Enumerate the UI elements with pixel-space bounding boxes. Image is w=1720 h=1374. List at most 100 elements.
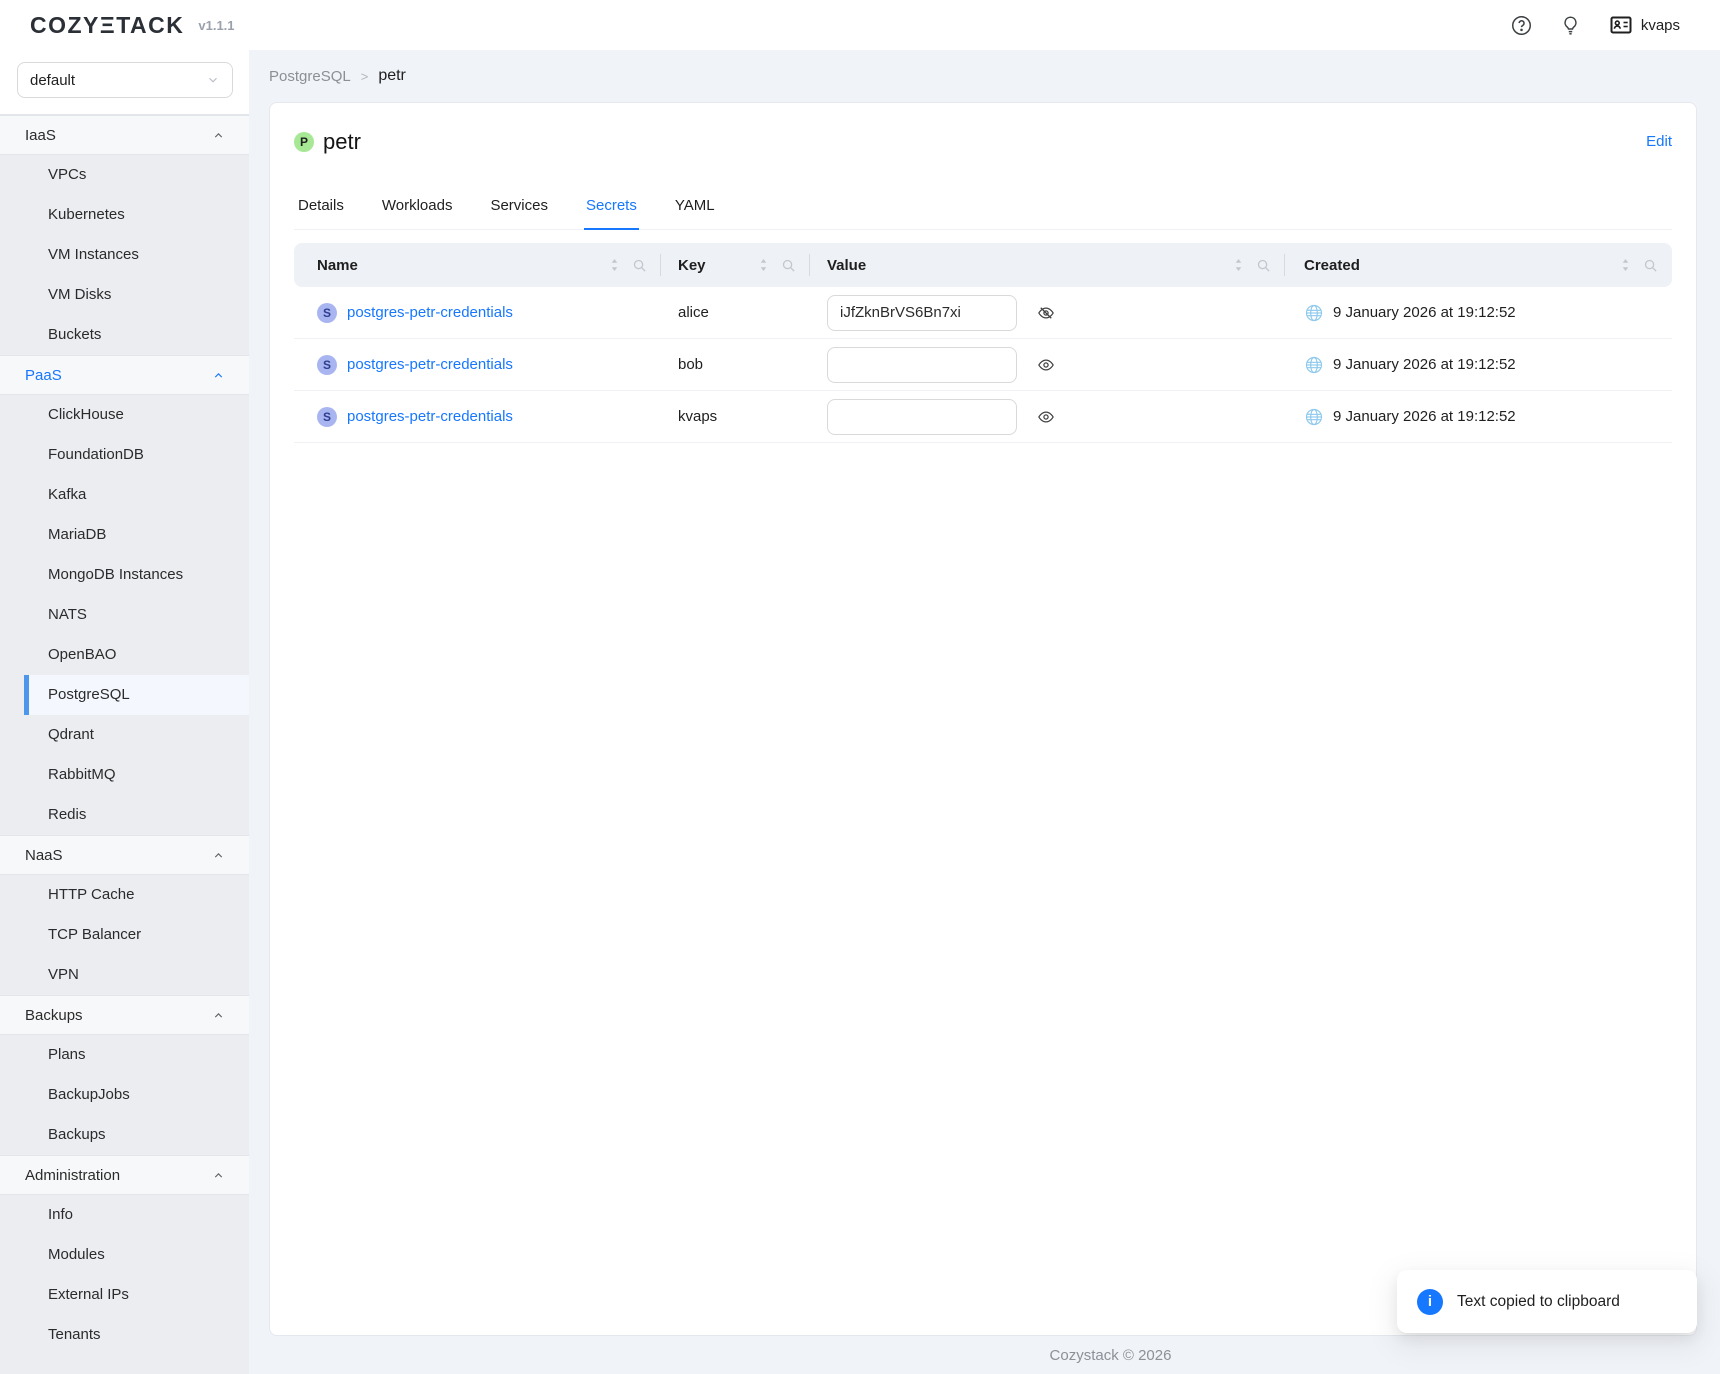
- sidebar-section-backups[interactable]: Backups: [0, 995, 249, 1035]
- secret-badge: S: [317, 303, 337, 323]
- sidebar-item-tenants[interactable]: Tenants: [0, 1315, 249, 1355]
- user-menu[interactable]: kvaps: [1609, 13, 1680, 37]
- breadcrumb: PostgreSQL > petr: [249, 50, 1720, 102]
- sidebar-item-clickhouse[interactable]: ClickHouse: [0, 395, 249, 435]
- sidebar-item-vm-instances[interactable]: VM Instances: [0, 235, 249, 275]
- column-header-created: Created: [1285, 243, 1672, 287]
- sidebar-item-kubernetes[interactable]: Kubernetes: [0, 195, 249, 235]
- secret-key: alice: [661, 304, 810, 321]
- sidebar-item-redis[interactable]: Redis: [0, 795, 249, 835]
- sidebar-item-kafka[interactable]: Kafka: [0, 475, 249, 515]
- toast-message: Text copied to clipboard: [1457, 1293, 1620, 1311]
- edit-button[interactable]: Edit: [1646, 133, 1672, 150]
- secret-value-input[interactable]: [827, 295, 1017, 331]
- sidebar-item-rabbitmq[interactable]: RabbitMQ: [0, 755, 249, 795]
- search-icon[interactable]: [632, 258, 647, 273]
- secret-value-input[interactable]: [827, 399, 1017, 435]
- user-name: kvaps: [1641, 17, 1680, 34]
- show-value-button[interactable]: [1037, 408, 1055, 426]
- sidebar-item-nats[interactable]: NATS: [0, 595, 249, 635]
- tab-workloads[interactable]: Workloads: [380, 197, 455, 229]
- content-area: PostgreSQL > petr P petr Edit Details Wo…: [249, 50, 1720, 1374]
- help-icon: [1511, 15, 1532, 36]
- sidebar-section-iaas[interactable]: IaaS: [0, 115, 249, 155]
- toast-notification: i Text copied to clipboard: [1397, 1270, 1697, 1333]
- sidebar-item-modules[interactable]: Modules: [0, 1235, 249, 1275]
- theme-toggle-button[interactable]: [1560, 15, 1581, 36]
- sidebar-nav: IaaS VPCs Kubernetes VM Instances VM Dis…: [0, 114, 249, 1374]
- sort-icon[interactable]: [758, 258, 769, 272]
- user-badge-icon: [1609, 13, 1633, 37]
- column-header-key: Key: [661, 243, 810, 287]
- sidebar-item-backups[interactable]: Backups: [0, 1115, 249, 1155]
- search-icon[interactable]: [1256, 258, 1271, 273]
- column-label: Created: [1304, 257, 1360, 274]
- sidebar-item-plans[interactable]: Plans: [0, 1035, 249, 1075]
- hide-value-button[interactable]: [1037, 304, 1055, 322]
- sort-icon[interactable]: [609, 258, 620, 272]
- tab-bar: Details Workloads Services Secrets YAML: [294, 197, 1672, 230]
- tenant-select-value: default: [30, 72, 75, 89]
- section-label: NaaS: [25, 847, 63, 864]
- column-label: Key: [678, 257, 706, 274]
- tab-details[interactable]: Details: [296, 197, 346, 229]
- section-label: PaaS: [25, 367, 62, 384]
- sidebar-item-mongodb-instances[interactable]: MongoDB Instances: [0, 555, 249, 595]
- info-icon: i: [1417, 1289, 1443, 1315]
- sort-icon[interactable]: [1620, 258, 1631, 272]
- main-layout: default IaaS VPCs Kubernetes VM Instance…: [0, 50, 1720, 1374]
- tenant-select[interactable]: default: [17, 62, 233, 98]
- chevron-up-icon: [212, 1009, 225, 1022]
- footer-text: Cozystack © 2026: [1050, 1347, 1172, 1364]
- column-header-name: Name: [294, 243, 661, 287]
- sidebar-item-foundationdb[interactable]: FoundationDB: [0, 435, 249, 475]
- card-header: P petr Edit: [294, 127, 1672, 155]
- breadcrumb-separator: >: [361, 69, 369, 84]
- table-row: S postgres-petr-credentials kvaps: [294, 391, 1672, 443]
- secret-name-link[interactable]: postgres-petr-credentials: [347, 304, 513, 321]
- footer: Cozystack © 2026: [249, 1336, 1720, 1374]
- section-label: IaaS: [25, 127, 56, 144]
- sidebar-item-vm-disks[interactable]: VM Disks: [0, 275, 249, 315]
- tab-secrets[interactable]: Secrets: [584, 197, 639, 230]
- sidebar-item-tcp-balancer[interactable]: TCP Balancer: [0, 915, 249, 955]
- tab-services[interactable]: Services: [488, 197, 550, 229]
- created-timestamp: 9 January 2026 at 19:12:52: [1333, 408, 1516, 425]
- sidebar-item-qdrant[interactable]: Qdrant: [0, 715, 249, 755]
- secret-key: kvaps: [661, 408, 810, 425]
- eye-icon: [1037, 408, 1055, 426]
- sidebar-item-http-cache[interactable]: HTTP Cache: [0, 875, 249, 915]
- search-icon[interactable]: [781, 258, 796, 273]
- breadcrumb-parent[interactable]: PostgreSQL: [269, 68, 351, 85]
- sidebar-item-info[interactable]: Info: [0, 1195, 249, 1235]
- sidebar-item-external-ips[interactable]: External IPs: [0, 1275, 249, 1315]
- chevron-up-icon: [212, 129, 225, 142]
- sidebar-item-buckets[interactable]: Buckets: [0, 315, 249, 355]
- sidebar-item-postgresql[interactable]: PostgreSQL: [0, 675, 249, 715]
- table-row: S postgres-petr-credentials alice: [294, 287, 1672, 339]
- sidebar-item-vpcs[interactable]: VPCs: [0, 155, 249, 195]
- help-button[interactable]: [1511, 15, 1532, 36]
- sidebar-item-vpn[interactable]: VPN: [0, 955, 249, 995]
- tab-yaml[interactable]: YAML: [673, 197, 717, 229]
- breadcrumb-current: petr: [378, 67, 406, 85]
- table-row: S postgres-petr-credentials bob: [294, 339, 1672, 391]
- search-icon[interactable]: [1643, 258, 1658, 273]
- eye-invisible-icon: [1037, 304, 1055, 322]
- globe-icon: [1304, 355, 1324, 375]
- sidebar-section-paas[interactable]: PaaS: [0, 355, 249, 395]
- sidebar-item-openbao[interactable]: OpenBAO: [0, 635, 249, 675]
- show-value-button[interactable]: [1037, 356, 1055, 374]
- secret-name-link[interactable]: postgres-petr-credentials: [347, 408, 513, 425]
- chevron-up-icon: [212, 369, 225, 382]
- sort-icon[interactable]: [1233, 258, 1244, 272]
- resource-card: P petr Edit Details Workloads Services S…: [269, 102, 1697, 1336]
- secret-name-link[interactable]: postgres-petr-credentials: [347, 356, 513, 373]
- sidebar-item-mariadb[interactable]: MariaDB: [0, 515, 249, 555]
- eye-icon: [1037, 356, 1055, 374]
- sidebar-section-naas[interactable]: NaaS: [0, 835, 249, 875]
- secret-key: bob: [661, 356, 810, 373]
- sidebar-section-administration[interactable]: Administration: [0, 1155, 249, 1195]
- secret-value-input[interactable]: [827, 347, 1017, 383]
- sidebar-item-backupjobs[interactable]: BackupJobs: [0, 1075, 249, 1115]
